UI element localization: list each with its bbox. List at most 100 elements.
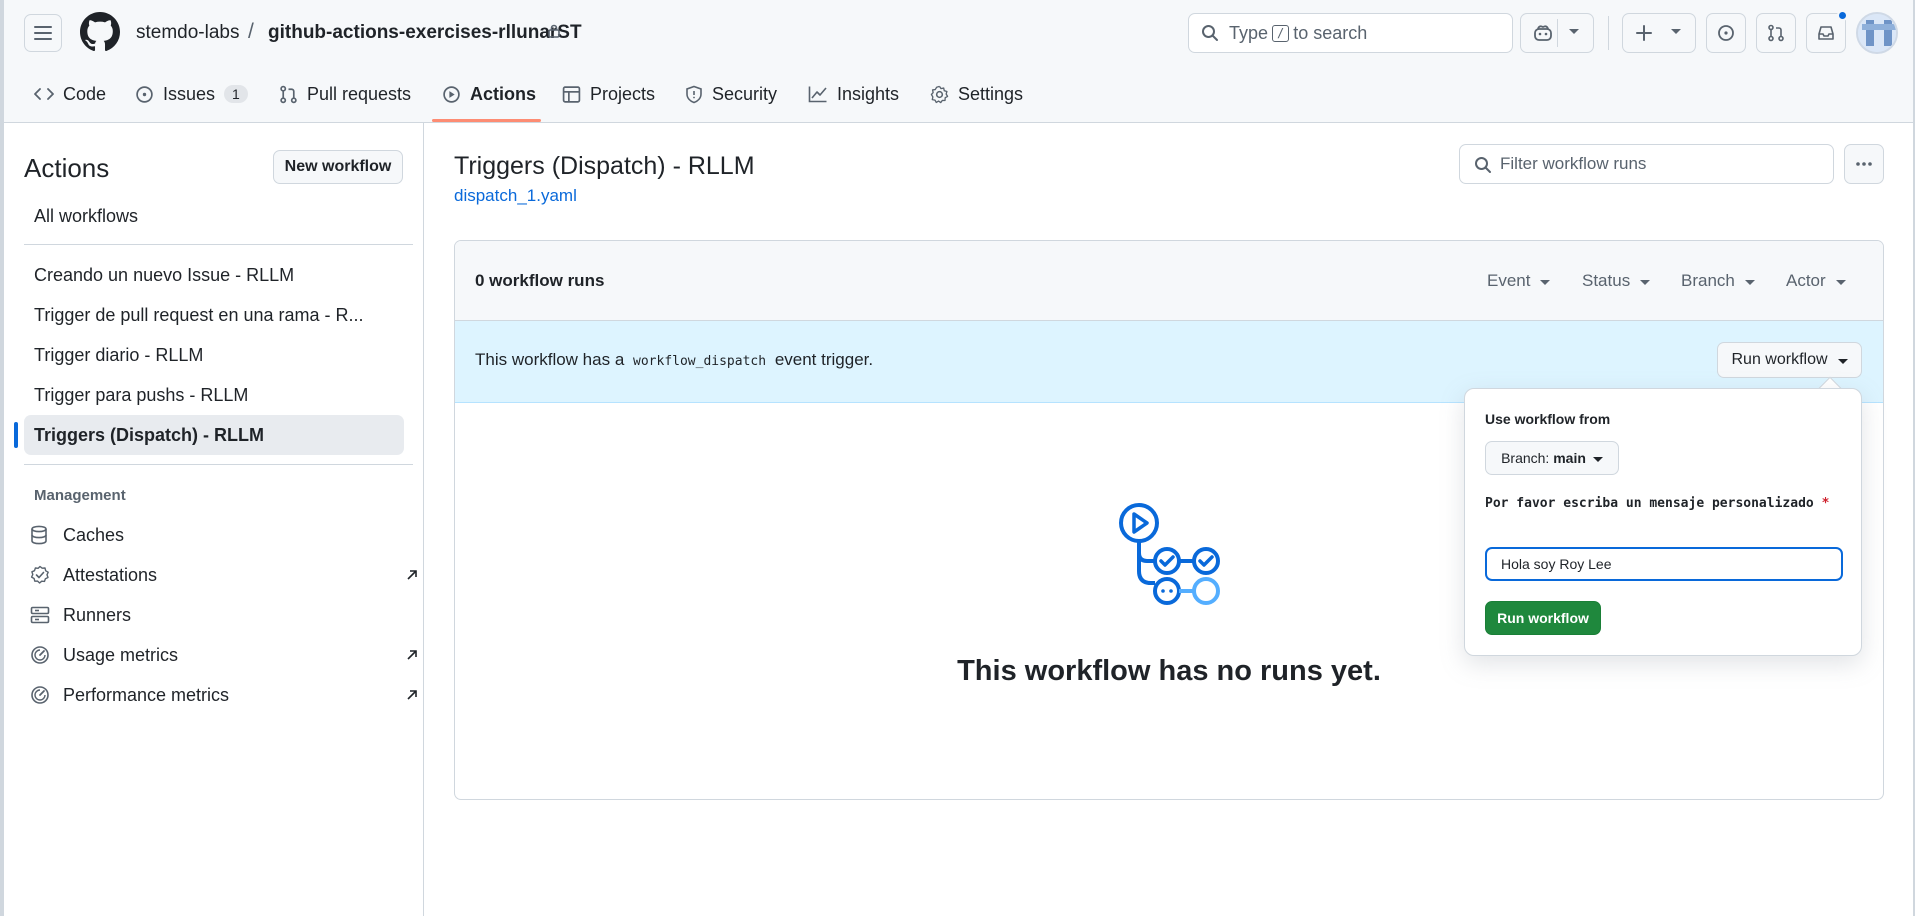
message-label-text: Por favor escriba un mensaje personaliza… — [1485, 496, 1814, 511]
tab-label: Actions — [470, 83, 537, 104]
sidebar-title: Actions — [24, 153, 110, 183]
event-filter-dropdown[interactable]: Event — [1487, 271, 1551, 291]
sidebar-workflow-item[interactable]: Trigger para pushs - RLLM — [24, 375, 404, 415]
filter-label: Event — [1487, 271, 1531, 290]
avatar-identicon — [1858, 14, 1896, 52]
actor-filter-dropdown[interactable]: Actor — [1786, 271, 1846, 291]
chevron-down-icon — [1569, 29, 1579, 34]
copilot-icon — [1534, 25, 1552, 41]
menu-button[interactable] — [24, 14, 62, 52]
workflow-file-link[interactable]: dispatch_1.yaml — [454, 186, 577, 206]
hamburger-icon — [34, 26, 52, 40]
gear-icon — [930, 85, 949, 103]
sidebar-workflow-item-selected[interactable]: Triggers (Dispatch) - RLLM — [24, 415, 404, 455]
branch-select-button[interactable]: Branch: main — [1485, 441, 1619, 475]
tab-insights[interactable]: Insights — [808, 79, 899, 109]
tab-issues[interactable]: Issues 1 — [135, 79, 248, 109]
notification-dot — [1837, 10, 1848, 21]
chevron-down-icon — [1835, 279, 1846, 285]
play-icon — [443, 85, 460, 103]
message-input-label: Por favor escriba un mensaje personaliza… — [1485, 491, 1845, 517]
sidebar-divider — [423, 123, 424, 916]
database-icon — [31, 525, 47, 545]
code-icon — [34, 88, 54, 100]
tab-label: Security — [712, 83, 778, 104]
inbox-icon — [1818, 26, 1834, 40]
tab-label: Issues — [163, 83, 216, 104]
sidebar-item-all-workflows[interactable]: All workflows — [24, 196, 404, 236]
branch-prefix: Branch: — [1501, 450, 1550, 466]
sidebar-workflow-item[interactable]: Trigger de pull request en una rama - R.… — [24, 295, 404, 335]
tab-security[interactable]: Security — [685, 79, 777, 109]
external-link-icon — [407, 690, 417, 700]
pull-requests-button[interactable] — [1756, 13, 1796, 53]
issues-count-badge: 1 — [224, 85, 248, 103]
sidebar-item-caches[interactable]: Caches — [30, 518, 400, 552]
search-shortcut-key: / — [1272, 24, 1290, 42]
new-workflow-button[interactable]: New workflow — [273, 150, 403, 184]
filter-runs-input[interactable]: Filter workflow runs — [1459, 144, 1834, 184]
active-tab-underline — [432, 119, 541, 122]
workflow-illustration-icon — [1119, 503, 1220, 605]
tab-settings[interactable]: Settings — [930, 79, 1023, 109]
filter-label: Status — [1582, 271, 1631, 290]
sidebar-item-label: Usage metrics — [63, 644, 179, 665]
breadcrumb-owner[interactable]: stemdo-labs — [136, 22, 240, 44]
tab-label: Pull requests — [307, 83, 412, 104]
sidebar-workflow-item[interactable]: Creando un nuevo Issue - RLLM — [24, 255, 404, 295]
sidebar-separator — [24, 244, 413, 245]
tab-label: Projects — [590, 83, 656, 104]
verified-icon — [30, 565, 49, 584]
create-new-button[interactable] — [1622, 13, 1696, 53]
more-options-button[interactable] — [1844, 144, 1884, 184]
global-search[interactable]: Type / to search — [1188, 13, 1513, 53]
runs-count: 0 workflow runs — [475, 271, 605, 290]
search-icon — [1202, 25, 1218, 41]
issue-icon — [136, 85, 153, 103]
banner-code: workflow_dispatch — [633, 354, 767, 369]
global-header: stemdo-labs / github-actions-exercises-r… — [4, 0, 1913, 123]
selected-indicator — [14, 422, 18, 448]
sidebar-item-runners[interactable]: Runners — [30, 598, 400, 632]
filter-label: Actor — [1786, 271, 1826, 290]
lock-icon — [548, 24, 560, 38]
run-workflow-dropdown[interactable]: Run workflow — [1717, 342, 1862, 378]
sidebar-item-usage-metrics[interactable]: Usage metrics — [30, 638, 417, 672]
run-workflow-button[interactable]: Run workflow — [1485, 601, 1601, 635]
message-input[interactable]: Hola soy Roy Lee — [1485, 547, 1843, 581]
run-workflow-popover: Use workflow from Branch: main Por favor… — [1464, 388, 1862, 656]
sidebar-workflow-item[interactable]: Trigger diario - RLLM — [24, 335, 404, 375]
banner-text: This workflow has a workflow_dispatch ev… — [475, 350, 873, 370]
chevron-down-icon — [1744, 279, 1755, 285]
external-link-icon — [407, 570, 417, 580]
sidebar-item-label: Attestations — [63, 564, 158, 585]
sidebar-item-performance-metrics[interactable]: Performance metrics — [30, 678, 417, 712]
avatar[interactable] — [1856, 12, 1898, 54]
banner-prefix: This workflow has a — [475, 350, 625, 369]
status-filter-dropdown[interactable]: Status — [1582, 271, 1651, 291]
issues-button[interactable] — [1706, 13, 1746, 53]
github-logo-icon[interactable] — [80, 12, 120, 52]
runs-header: 0 workflow runs Event Status Branch Acto… — [455, 241, 1883, 321]
issue-icon — [1718, 25, 1734, 41]
sidebar-item-label: Runners — [63, 604, 132, 625]
chevron-down-icon — [1592, 456, 1603, 462]
header-divider — [1608, 16, 1609, 50]
tab-pull-requests[interactable]: Pull requests — [279, 79, 411, 109]
search-suffix: to search — [1293, 22, 1368, 43]
tab-code[interactable]: Code — [34, 79, 106, 109]
page-title: Triggers (Dispatch) - RLLM — [454, 152, 755, 180]
breadcrumb-separator: / — [248, 20, 254, 43]
sidebar-item-attestations[interactable]: Attestations — [30, 558, 417, 592]
filter-label: Branch — [1681, 271, 1735, 290]
external-link-icon — [407, 650, 417, 660]
copilot-button[interactable] — [1520, 13, 1594, 53]
banner-suffix: event trigger. — [774, 350, 874, 369]
branch-filter-dropdown[interactable]: Branch — [1681, 271, 1755, 291]
tab-projects[interactable]: Projects — [562, 79, 655, 109]
tab-actions[interactable]: Actions — [442, 79, 536, 109]
plus-icon — [1636, 25, 1652, 41]
breadcrumb-repo[interactable]: github-actions-exercises-rllunarST — [268, 22, 582, 44]
sidebar-item-label: Performance metrics — [63, 684, 230, 705]
chevron-down-icon — [1640, 279, 1651, 285]
